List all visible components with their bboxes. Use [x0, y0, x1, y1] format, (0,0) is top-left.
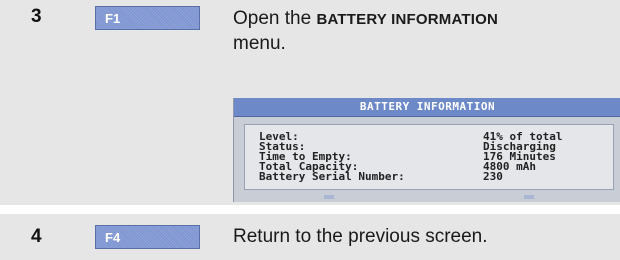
info-label: Battery Serial Number: [259, 170, 405, 183]
key-label: F1 [105, 11, 121, 26]
key-label: F4 [105, 230, 121, 245]
info-value: 230 [483, 170, 503, 183]
step-instruction: Open the BATTERY INFORMATION menu. [233, 7, 603, 56]
softkey-marker [324, 195, 334, 199]
screen-softkey-bar [234, 194, 620, 202]
step-number: 4 [31, 226, 42, 247]
step-row-4: 4 F4 Return to the previous screen. [0, 214, 620, 260]
softkey-marker [524, 195, 534, 199]
instruction-menu-name: BATTERY INFORMATION [316, 11, 499, 28]
battery-information-screen: BATTERY INFORMATION Level: 41% of total … [233, 98, 620, 202]
instruction-suffix: menu. [233, 33, 286, 54]
instruction-prefix: Open the [233, 8, 317, 29]
battery-info-panel: Level: 41% of total Status: Discharging … [244, 124, 614, 190]
screen-title: BATTERY INFORMATION [359, 100, 496, 113]
step-row-3: 3 F1 Open the BATTERY INFORMATION menu. … [0, 0, 620, 205]
f4-key-button[interactable]: F4 [95, 225, 200, 249]
screen-header: BATTERY INFORMATION [234, 98, 620, 117]
step-number: 3 [31, 6, 42, 27]
step-instruction: Return to the previous screen. [233, 226, 488, 247]
f1-key-button[interactable]: F1 [95, 6, 200, 30]
